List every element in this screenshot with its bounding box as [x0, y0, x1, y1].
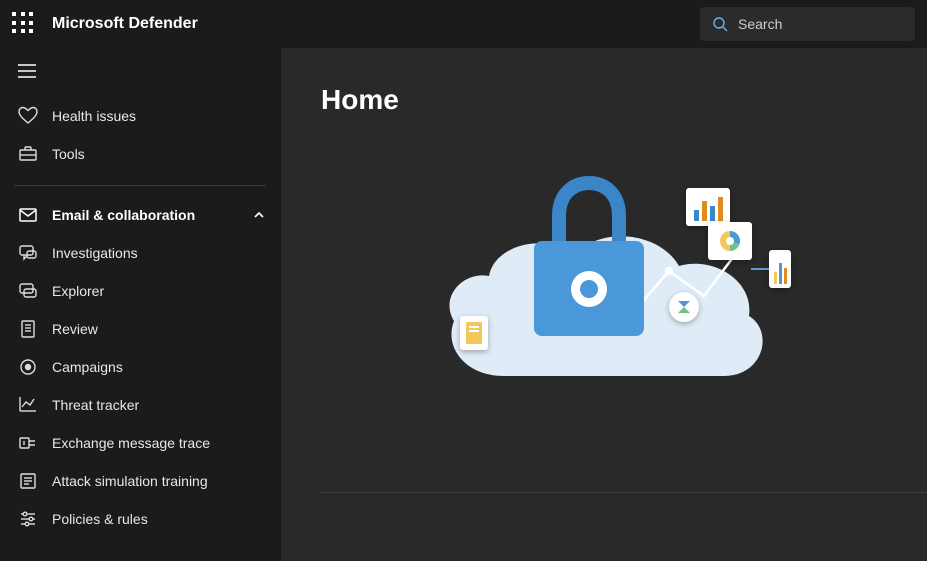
mail-icon	[18, 205, 38, 225]
sidebar-item-investigations[interactable]: Investigations	[0, 234, 280, 272]
pie-chart-card	[708, 222, 752, 260]
sidebar-item-exchange-message-trace[interactable]: Exchange message trace	[0, 424, 280, 462]
sidebar-section-email-collaboration[interactable]: Email & collaboration	[0, 196, 280, 234]
search-box[interactable]	[700, 7, 915, 41]
simulation-icon	[18, 471, 38, 491]
hourglass-card	[669, 292, 699, 322]
sidebar-divider	[14, 185, 266, 186]
app-title: Microsoft Defender	[52, 15, 198, 33]
sidebar-item-label: Threat tracker	[52, 397, 266, 413]
content-divider	[321, 492, 927, 493]
sidebar-item-label: Investigations	[52, 245, 266, 261]
sidebar-item-review[interactable]: Review	[0, 310, 280, 348]
sliders-icon	[18, 509, 38, 529]
sidebar-section-label: Email & collaboration	[52, 207, 238, 223]
toolbox-icon	[18, 144, 38, 164]
sidebar-item-tools[interactable]: Tools	[0, 135, 280, 173]
sidebar-item-label: Campaigns	[52, 359, 266, 375]
sidebar-item-label: Explorer	[52, 283, 266, 299]
sidebar-item-label: Review	[52, 321, 266, 337]
lock-icon	[524, 171, 654, 341]
sidebar-item-label: Policies & rules	[52, 511, 266, 527]
chevron-up-icon	[252, 208, 266, 222]
explorer-icon	[18, 281, 38, 301]
bar-chart-card	[686, 188, 730, 226]
sidebar-item-campaigns[interactable]: Campaigns	[0, 348, 280, 386]
sidebar-item-label: Tools	[52, 146, 266, 162]
heart-icon	[18, 106, 38, 126]
sidebar-item-policies-rules[interactable]: Policies & rules	[0, 500, 280, 538]
hamburger-icon	[18, 64, 36, 78]
chart-line-icon	[18, 395, 38, 415]
small-doc-card	[460, 316, 488, 350]
sidebar-item-explorer[interactable]: Explorer	[0, 272, 280, 310]
sidebar: Health issues Tools	[0, 48, 281, 561]
search-input[interactable]	[738, 16, 903, 32]
target-icon	[18, 357, 38, 377]
sidebar-item-health-issues[interactable]: Health issues	[0, 97, 280, 135]
sidebar-item-label: Exchange message trace	[52, 435, 266, 451]
sidebar-toggle[interactable]	[0, 56, 280, 97]
chat-icon	[18, 243, 38, 263]
app-launcher-icon[interactable]	[12, 12, 36, 36]
hero-illustration	[424, 166, 784, 386]
app-header: Microsoft Defender	[0, 0, 927, 48]
sidebar-item-attack-simulation-training[interactable]: Attack simulation training	[0, 462, 280, 500]
phone-card	[769, 250, 791, 288]
page-title: Home	[321, 84, 887, 116]
search-icon	[712, 16, 728, 32]
exchange-icon	[18, 433, 38, 453]
sidebar-item-label: Health issues	[52, 108, 266, 124]
sidebar-item-threat-tracker[interactable]: Threat tracker	[0, 386, 280, 424]
document-icon	[18, 319, 38, 339]
main-content: Home	[281, 48, 927, 561]
sidebar-item-label: Attack simulation training	[52, 473, 266, 489]
